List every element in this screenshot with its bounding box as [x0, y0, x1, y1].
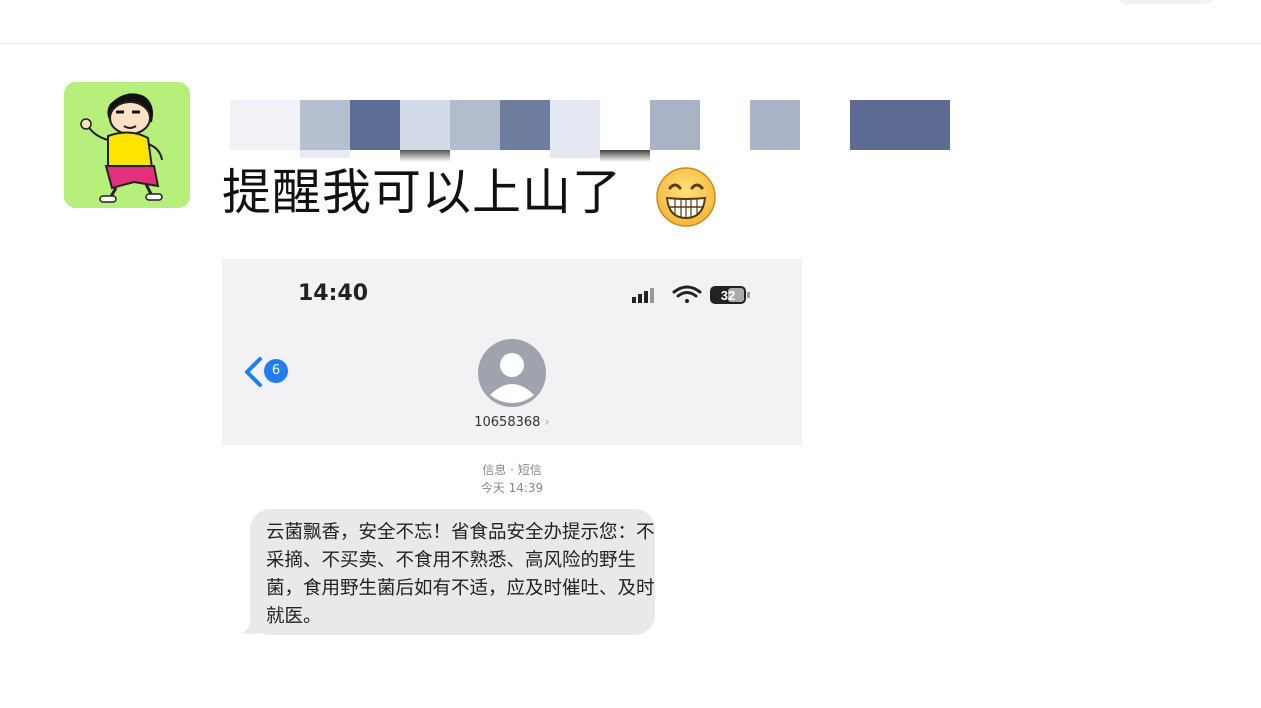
contact-chevron: › — [544, 415, 550, 430]
header-divider — [0, 43, 1261, 44]
sms-message-bubble: 云菌飘香，安全不忘！省食品安全办提示您：不采摘、不买卖、不食用不熟悉、高风险的野… — [250, 509, 655, 635]
message-time: 今天 14:39 — [480, 481, 544, 495]
svg-text:32: 32 — [721, 288, 735, 303]
bubble-tail — [242, 615, 262, 634]
contact-avatar-icon[interactable] — [478, 339, 546, 407]
blurred-username[interactable] — [230, 96, 960, 162]
status-icons: 32 — [632, 285, 750, 304]
unread-badge[interactable]: 6 — [264, 359, 288, 383]
attached-screenshot[interactable]: 14:40 32 6 10658368 › 信息 · 短信 今天 14:39 云… — [222, 259, 802, 708]
battery-icon: 32 — [710, 286, 750, 304]
message-type: 信息 · 短信 — [482, 463, 542, 477]
status-time: 14:40 — [298, 281, 369, 306]
message-meta: 信息 · 短信 今天 14:39 — [422, 461, 602, 497]
user-avatar[interactable] — [64, 82, 190, 208]
top-pill-button[interactable] — [1118, 0, 1214, 4]
grinning-emoji-icon — [656, 167, 716, 227]
signal-icon — [632, 288, 654, 303]
wifi-icon — [672, 285, 702, 303]
back-chevron-icon[interactable] — [242, 355, 264, 389]
post-text: 提醒我可以上山了 — [222, 164, 623, 221]
contact-number[interactable]: 10658368 › — [432, 415, 592, 430]
